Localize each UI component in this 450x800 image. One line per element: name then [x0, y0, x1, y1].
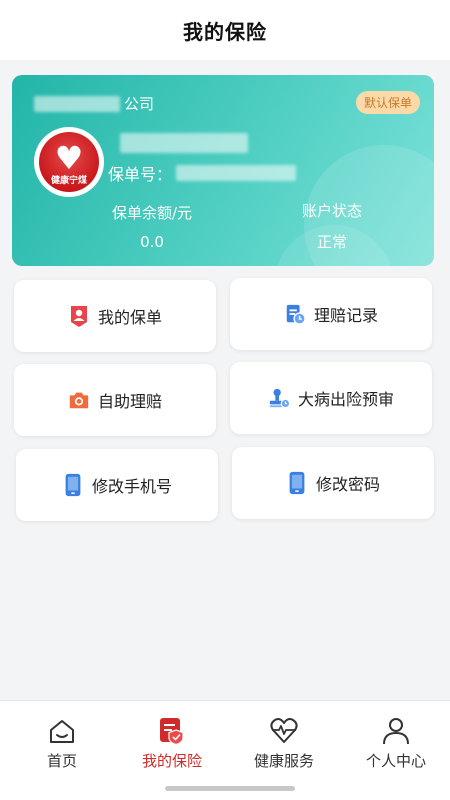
tab-label: 首页 — [46, 752, 77, 770]
my-policy-button[interactable]: 我的保单 — [14, 280, 216, 352]
user-badge-icon — [70, 306, 87, 327]
policy-number-redacted — [176, 165, 297, 181]
menu-item-label: 理赔记录 — [313, 306, 378, 325]
menu-item-label: 我的保单 — [97, 308, 162, 327]
status-stat: 账户状态 正常 — [272, 200, 392, 252]
menu-item-label: 修改密码 — [315, 475, 380, 494]
critical-illness-precheck-button[interactable]: 大病出险预审 — [230, 362, 432, 434]
phone-icon — [289, 471, 305, 495]
page-title: 我的保险 — [183, 19, 267, 44]
balance-stat: 保单余额/元 0.0 — [92, 202, 212, 251]
phone-icon — [65, 473, 81, 497]
holder-name-blur — [120, 133, 248, 153]
menu-item-label: 自助理赔 — [97, 392, 162, 411]
change-phone-button[interactable]: 修改手机号 — [16, 449, 218, 521]
record-clock-icon — [286, 304, 306, 325]
policy-number-row: 保单号： — [108, 161, 297, 185]
balance-value: 0.0 — [140, 233, 164, 251]
tab-label: 健康服务 — [253, 752, 314, 770]
page-header: 我的保险 — [0, 0, 450, 60]
camera-icon — [69, 392, 89, 409]
policy-card[interactable]: 公司 默认保单 ♥ 健康宁煤 保单号： 保单余额/元 0.0 账户状态 正常 — [12, 75, 434, 266]
tab-label: 个人中心 — [365, 752, 426, 770]
policy-shield-icon — [160, 718, 184, 746]
balance-label: 保单余额/元 — [111, 204, 193, 222]
claim-records-button[interactable]: 理赔记录 — [230, 278, 432, 350]
stamp-clock-icon — [269, 388, 290, 409]
company-name-suffix: 公司 — [124, 95, 155, 113]
tab-label: 我的保险 — [141, 752, 202, 770]
person-icon — [383, 718, 409, 745]
tab-health-services[interactable]: 健康服务 — [228, 701, 340, 771]
logo-text: 健康宁煤 — [50, 176, 87, 186]
holder-name-redacted — [120, 133, 248, 157]
company-name-redacted — [34, 95, 120, 112]
company-row: 公司 — [34, 93, 154, 114]
policy-number-label: 保单号： — [108, 165, 173, 184]
tab-my-insurance[interactable]: 我的保险 — [116, 701, 228, 771]
default-policy-badge: 默认保单 — [355, 91, 420, 114]
bottom-tab-bar: 首页 我的保险 健康服务 个人中心 — [0, 700, 450, 800]
home-icon — [50, 720, 74, 743]
change-password-button[interactable]: 修改密码 — [232, 447, 434, 519]
tab-home[interactable]: 首页 — [6, 701, 118, 771]
heart-icon: ♥ — [54, 139, 84, 177]
account-status-value: 正常 — [316, 233, 347, 251]
menu-item-label: 修改手机号 — [91, 477, 172, 496]
home-indicator[interactable] — [165, 786, 295, 791]
menu-item-label: 大病出险预审 — [297, 390, 394, 409]
company-logo: ♥ 健康宁煤 — [34, 127, 104, 197]
heartbeat-icon — [270, 718, 298, 743]
tab-personal-center[interactable]: 个人中心 — [340, 701, 450, 771]
account-status-label: 账户状态 — [301, 202, 362, 220]
logo-disk: ♥ 健康宁煤 — [39, 132, 99, 192]
self-claim-button[interactable]: 自助理赔 — [14, 364, 216, 436]
